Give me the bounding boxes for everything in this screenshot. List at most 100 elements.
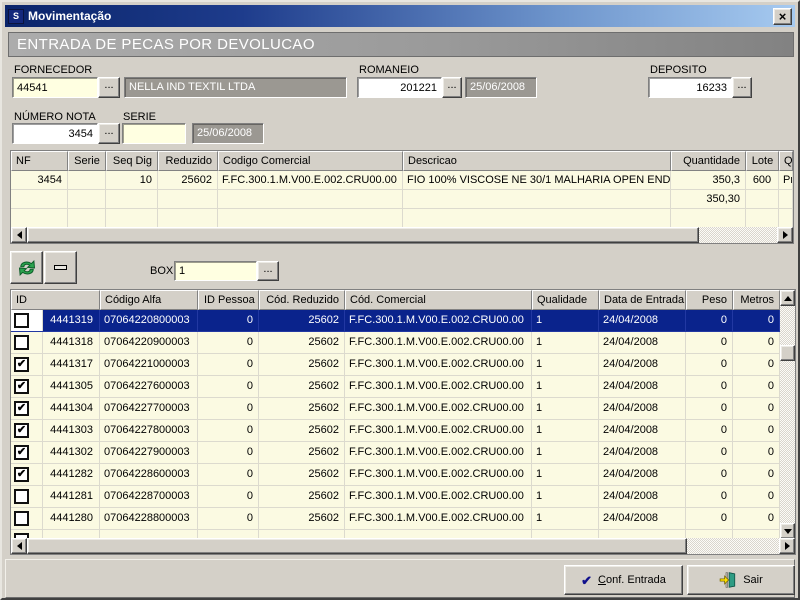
cell: 4441319 xyxy=(43,310,99,331)
down-arrow-icon xyxy=(784,529,792,534)
row-checkbox[interactable]: ✔ xyxy=(14,445,29,460)
right-arrow-icon xyxy=(783,231,788,239)
cell xyxy=(43,530,99,538)
nf-table-hscrollbar[interactable] xyxy=(11,227,793,243)
scroll-left-button[interactable] xyxy=(11,538,27,554)
window-title: Movimentação xyxy=(28,9,773,23)
row-checkbox[interactable] xyxy=(14,313,29,328)
deposito-browse-button[interactable]: ... xyxy=(732,77,752,98)
close-button[interactable]: × xyxy=(773,8,792,25)
remove-button[interactable] xyxy=(44,251,77,284)
items-table-hscrollbar[interactable] xyxy=(11,538,795,554)
row-checkbox[interactable] xyxy=(14,511,29,526)
refresh-button[interactable] xyxy=(10,251,43,284)
fornecedor-label: FORNECEDOR xyxy=(14,64,92,76)
item-row[interactable]: ✔444128207064228600003025602F.FC.300.1.M… xyxy=(11,464,780,486)
minus-icon xyxy=(54,265,67,270)
romaneio-input[interactable] xyxy=(357,77,442,98)
cell: 0 xyxy=(198,354,259,376)
scroll-thumb[interactable] xyxy=(27,538,687,554)
cell: 4441304 xyxy=(43,398,99,419)
deposito-input[interactable] xyxy=(648,77,732,98)
scroll-thumb[interactable] xyxy=(27,227,699,243)
item-row[interactable]: ✔444130507064227600003025602F.FC.300.1.M… xyxy=(11,376,780,398)
cell: 0 xyxy=(733,332,780,354)
column-header: Codigo Comercial xyxy=(218,151,403,171)
cell xyxy=(403,209,671,228)
cell: 1 xyxy=(532,420,599,442)
fornecedor-browse-button[interactable]: ... xyxy=(98,77,120,98)
cell: 25602 xyxy=(259,508,345,530)
fornecedor-input[interactable] xyxy=(12,77,98,98)
item-row[interactable]: ✔444130407064227700003025602F.FC.300.1.M… xyxy=(11,398,780,420)
row-checkbox[interactable] xyxy=(14,335,29,350)
column-header: Seq Dig xyxy=(106,151,158,171)
cell: 07064227800003 xyxy=(100,420,198,442)
nf-table-row[interactable]: 350,30 xyxy=(11,190,793,209)
row-checkbox[interactable]: ✔ xyxy=(14,401,29,416)
cell: F.FC.300.1.M.V00.E.002.CRU00.00 xyxy=(345,332,532,354)
romaneio-label: ROMANEIO xyxy=(359,64,419,76)
item-row[interactable]: 444131807064220900003025602F.FC.300.1.M.… xyxy=(11,332,780,354)
scroll-right-button[interactable] xyxy=(777,227,793,243)
cell: 0 xyxy=(198,310,259,332)
column-header: Reduzido xyxy=(158,151,218,171)
conf-entrada-label: Conf. Entrada xyxy=(598,574,666,586)
box-input[interactable] xyxy=(174,261,257,281)
cell: 0 xyxy=(198,420,259,442)
scroll-thumb[interactable] xyxy=(780,345,795,361)
row-checkbox[interactable]: ✔ xyxy=(14,423,29,438)
serie-input[interactable] xyxy=(122,123,186,144)
box-browse-button[interactable]: ... xyxy=(257,261,279,281)
row-checkbox[interactable]: ✔ xyxy=(14,379,29,394)
close-icon: × xyxy=(779,10,787,23)
app-icon-glyph: S xyxy=(13,11,19,21)
item-row[interactable]: 444131907064220800003025602F.FC.300.1.M.… xyxy=(11,310,780,332)
column-header: Qualidade xyxy=(532,290,599,310)
cell: 07064221000003 xyxy=(100,354,198,376)
id-cell: ✔4441303 xyxy=(11,420,100,442)
checkbox-zone: ✔ xyxy=(11,442,43,463)
cell: 1 xyxy=(532,354,599,376)
item-row[interactable]: ✔444130207064227900003025602F.FC.300.1.M… xyxy=(11,442,780,464)
exit-door-icon xyxy=(719,571,737,589)
cell: 1 xyxy=(532,332,599,354)
cell: F.FC.300.1.M.V00.E.002.CRU00.00 xyxy=(345,464,532,486)
titlebar[interactable]: S Movimentação × xyxy=(5,5,795,27)
cell: 07064228800003 xyxy=(100,508,198,530)
item-row[interactable]: 444128007064228800003025602F.FC.300.1.M.… xyxy=(11,508,780,530)
romaneio-browse-button[interactable]: ... xyxy=(442,77,462,98)
cell: F.FC.300.1.M.V00.E.002.CRU00.00 xyxy=(345,376,532,398)
row-checkbox[interactable]: ✔ xyxy=(14,357,29,372)
scroll-down-button[interactable] xyxy=(780,523,795,539)
cell: FIO 100% VISCOSE NE 30/1 MALHARIA OPEN E… xyxy=(403,171,671,190)
cell: 25602 xyxy=(259,398,345,420)
column-header: Peso xyxy=(686,290,733,310)
cell: 0 xyxy=(686,420,733,442)
numero-nota-input[interactable] xyxy=(12,123,98,144)
checkbox-zone: ✔ xyxy=(11,376,43,397)
row-checkbox[interactable] xyxy=(14,489,29,504)
numero-nota-browse-button[interactable]: ... xyxy=(98,123,120,144)
cell: 0 xyxy=(733,486,780,508)
item-row[interactable]: 444128107064228700003025602F.FC.300.1.M.… xyxy=(11,486,780,508)
cell: 0 xyxy=(686,310,733,332)
item-row[interactable]: ✔444131707064221000003025602F.FC.300.1.M… xyxy=(11,354,780,376)
scroll-up-button[interactable] xyxy=(780,290,795,306)
scroll-right-button[interactable] xyxy=(779,538,795,554)
sair-button[interactable]: Sair xyxy=(687,565,795,595)
row-checkbox[interactable]: ✔ xyxy=(14,467,29,482)
cell: 24/04/2008 xyxy=(599,442,686,464)
item-row[interactable]: ✔444130307064227800003025602F.FC.300.1.M… xyxy=(11,420,780,442)
cell: 0 xyxy=(733,420,780,442)
conf-entrada-button[interactable]: ✔ Conf. Entrada xyxy=(564,565,683,595)
items-table-vscrollbar[interactable] xyxy=(780,290,795,539)
scroll-left-button[interactable] xyxy=(11,227,27,243)
nf-table-row[interactable] xyxy=(11,209,793,228)
cell: 1 xyxy=(532,508,599,530)
nf-table-row[interactable]: 34541025602F.FC.300.1.M.V00.E.002.CRU00.… xyxy=(11,171,793,190)
cell: 350,3 xyxy=(671,171,746,190)
nf-table-body: 34541025602F.FC.300.1.M.V00.E.002.CRU00.… xyxy=(11,171,793,228)
cell: 0 xyxy=(733,398,780,420)
footer-panel: ✔ Conf. Entrada Sair xyxy=(5,559,795,598)
